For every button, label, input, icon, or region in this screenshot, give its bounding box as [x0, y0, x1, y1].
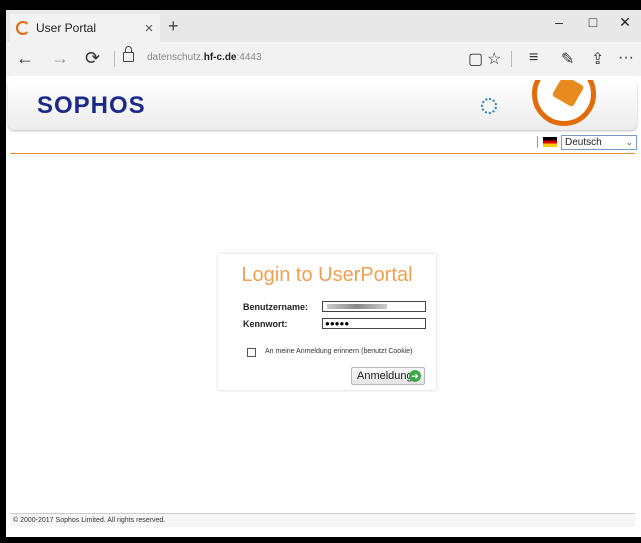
- tab-user-portal[interactable]: User Portal ×: [10, 14, 160, 42]
- favorite-icon[interactable]: ☆: [487, 49, 501, 69]
- address-bar: ← → ⟳ datenschutz.hf-c.de:4443 ▢ ☆ ≡ ✎ ⇪…: [6, 42, 641, 76]
- password-field[interactable]: ●●●●●: [322, 318, 426, 329]
- tab-title: User Portal: [36, 21, 97, 35]
- login-button-label: Anmeldung: [357, 370, 413, 382]
- reading-view-icon[interactable]: ▢: [468, 49, 483, 69]
- footer: © 2000-2017 Sophos Limited. All rights r…: [10, 513, 635, 527]
- language-selected: Deutsch: [565, 137, 602, 148]
- language-bar: Deutsch ⌄: [10, 134, 637, 154]
- remember-checkbox[interactable]: [247, 348, 256, 357]
- web-note-icon[interactable]: ✎: [561, 49, 574, 69]
- share-icon[interactable]: ⇪: [591, 49, 604, 69]
- maximize-button[interactable]: □: [577, 14, 609, 30]
- username-field[interactable]: [322, 301, 426, 312]
- login-title: Login to UserPortal: [241, 264, 413, 286]
- url-field[interactable]: datenschutz.hf-c.de:4443: [147, 52, 262, 63]
- password-label: Kennwort:: [243, 319, 288, 329]
- sophos-favicon-icon: [16, 21, 30, 35]
- more-icon[interactable]: ···: [618, 49, 634, 67]
- portal-header: SOPHOS: [8, 80, 637, 130]
- tab-bar: User Portal × + – □ ✕: [6, 10, 641, 42]
- minimize-button[interactable]: –: [543, 14, 575, 30]
- url-prefix: datenschutz.: [147, 52, 204, 63]
- remember-label: An meine Anmeldung erinnern (benutzt Coo…: [265, 348, 413, 355]
- url-domain: hf-c.de: [203, 52, 237, 63]
- language-select[interactable]: Deutsch ⌄: [561, 135, 637, 150]
- back-button[interactable]: ←: [16, 48, 34, 69]
- sophos-logo: SOPHOS: [37, 92, 146, 119]
- username-label: Benutzername:: [243, 302, 309, 312]
- lock-icon: [123, 46, 134, 62]
- hub-icon[interactable]: ≡: [529, 49, 538, 67]
- refresh-button[interactable]: ⟳: [85, 48, 100, 69]
- forward-button[interactable]: →: [51, 48, 69, 69]
- page-content: SOPHOS Deutsch ⌄ Login to UserPortal Ben…: [6, 76, 641, 537]
- redacted-username: [327, 304, 387, 309]
- emblem-shape: [551, 80, 585, 108]
- divider: [511, 51, 512, 67]
- new-tab-button[interactable]: +: [168, 16, 179, 37]
- login-button[interactable]: Anmeldung ➜: [351, 367, 425, 385]
- german-flag-icon: [543, 137, 557, 147]
- tab-close-icon[interactable]: ×: [138, 20, 160, 37]
- login-panel: Login to UserPortal Benutzername: Kennwo…: [218, 254, 436, 390]
- browser-window: User Portal × + – □ ✕ ← → ⟳ datenschutz.…: [6, 10, 641, 537]
- divider: [537, 136, 538, 148]
- chevron-down-icon: ⌄: [625, 137, 633, 147]
- url-suffix: :4443: [236, 52, 262, 63]
- arrow-right-icon: ➜: [409, 370, 421, 382]
- close-window-button[interactable]: ✕: [609, 14, 641, 31]
- sophos-emblem-icon: [532, 80, 596, 126]
- loading-spinner-icon: [481, 98, 497, 114]
- divider: [114, 51, 115, 67]
